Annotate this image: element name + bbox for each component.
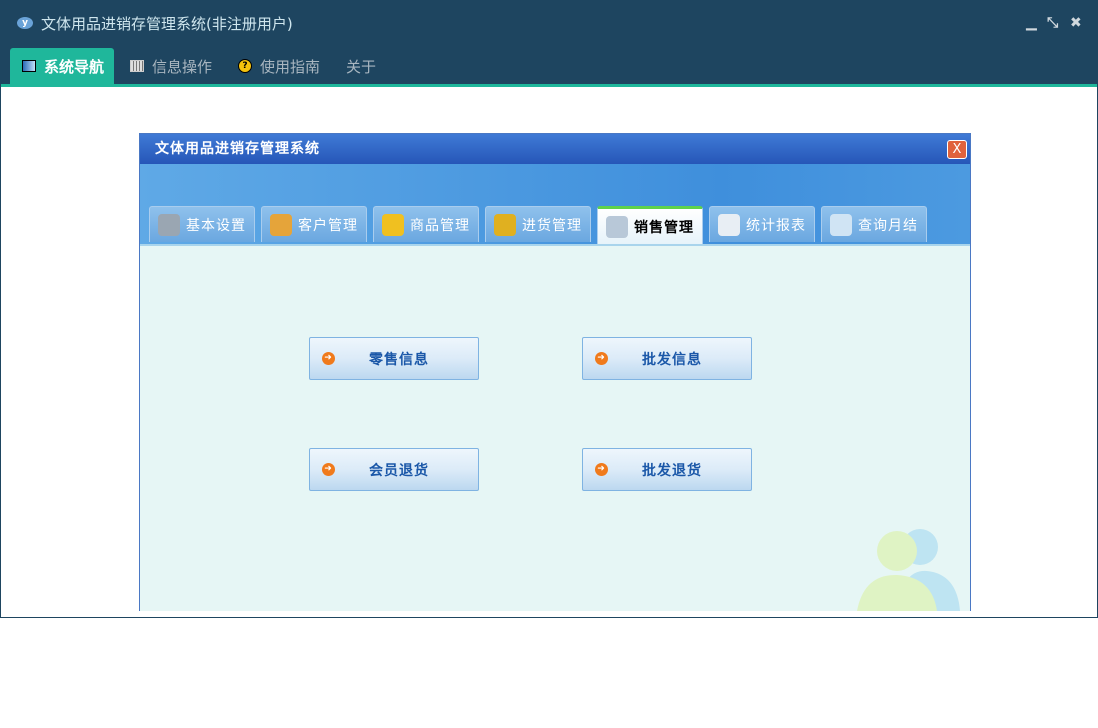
inner-close-button[interactable]: X (947, 140, 967, 159)
arrow-right-icon: ➜ (595, 352, 608, 365)
menu-tab-info-ops[interactable]: 信息操作 (118, 48, 222, 84)
book-icon (718, 213, 740, 236)
button-label: 批发退货 (642, 462, 702, 479)
computer-icon (606, 215, 628, 238)
magnifier-icon (830, 213, 852, 236)
users-icon (270, 213, 292, 236)
app-logo-icon: y (17, 17, 33, 29)
help-icon: ? (238, 59, 253, 73)
tab-label: 客户管理 (298, 217, 358, 234)
wholesale-info-button[interactable]: ➜ 批发信息 (582, 337, 752, 380)
tab-label: 基本设置 (186, 217, 246, 234)
menu-tab-about[interactable]: 关于 (334, 48, 386, 84)
tab-label: 查询月结 (858, 217, 918, 234)
monitor-icon (22, 60, 36, 72)
module-tabs: 基本设置 客户管理 商品管理 进货管理 销售管理 统计报表 查询月结 (149, 206, 933, 244)
tab-label: 统计报表 (746, 217, 806, 234)
house-icon (494, 213, 516, 236)
tab-gear[interactable]: 基本设置 (149, 206, 255, 242)
menu-tab-guide[interactable]: ? 使用指南 (226, 48, 330, 84)
menu-tab-label: 使用指南 (260, 57, 321, 76)
minimize-button[interactable]: ▁ (1026, 15, 1037, 31)
restore-button[interactable]: ⤡ (1047, 15, 1058, 31)
title-bar: y 文体用品进销存管理系统(非注册用户) ▁ ⤡ ✖ (1, 1, 1097, 45)
member-return-button[interactable]: ➜ 会员退货 (309, 448, 479, 491)
close-button[interactable]: ✖ (1070, 15, 1082, 31)
gear-icon (158, 213, 180, 236)
arrow-right-icon: ➜ (595, 463, 608, 476)
menu-bar: 系统导航 信息操作 ? 使用指南 关于 (1, 45, 1097, 87)
tab-label: 销售管理 (634, 219, 694, 236)
arrow-right-icon: ➜ (322, 463, 335, 476)
inner-title: 文体用品进销存管理系统 (140, 134, 970, 164)
tab-book[interactable]: 统计报表 (709, 206, 815, 242)
menu-tab-label: 关于 (346, 57, 377, 76)
tab-magnifier[interactable]: 查询月结 (821, 206, 927, 242)
button-label: 会员退货 (369, 462, 429, 479)
star-icon (382, 213, 404, 236)
button-label: 零售信息 (369, 351, 429, 368)
menu-tab-label: 信息操作 (152, 57, 213, 76)
main-window: y 文体用品进销存管理系统(非注册用户) ▁ ⤡ ✖ 系统导航 信息操作 ? 使… (0, 0, 1098, 618)
banner: 基本设置 客户管理 商品管理 进货管理 销售管理 统计报表 查询月结 (140, 164, 970, 246)
wholesale-return-button[interactable]: ➜ 批发退货 (582, 448, 752, 491)
tab-users[interactable]: 客户管理 (261, 206, 367, 242)
menu-tab-system-nav[interactable]: 系统导航 (10, 48, 115, 84)
menu-tab-label: 系统导航 (44, 57, 105, 76)
users-watermark-icon (857, 529, 960, 611)
arrow-right-icon: ➜ (322, 352, 335, 365)
button-label: 批发信息 (642, 351, 702, 368)
window-title: 文体用品进销存管理系统(非注册用户) (41, 14, 293, 33)
inner-window: 文体用品进销存管理系统 X 基本设置 客户管理 商品管理 进货管理 销售管理 统计报表 查询… (139, 133, 971, 611)
grid-icon (130, 60, 145, 72)
tab-star[interactable]: 商品管理 (373, 206, 479, 242)
retail-info-button[interactable]: ➜ 零售信息 (309, 337, 479, 380)
tab-label: 商品管理 (410, 217, 470, 234)
tab-house[interactable]: 进货管理 (485, 206, 591, 242)
tab-label: 进货管理 (522, 217, 582, 234)
tab-computer[interactable]: 销售管理 (597, 206, 703, 244)
